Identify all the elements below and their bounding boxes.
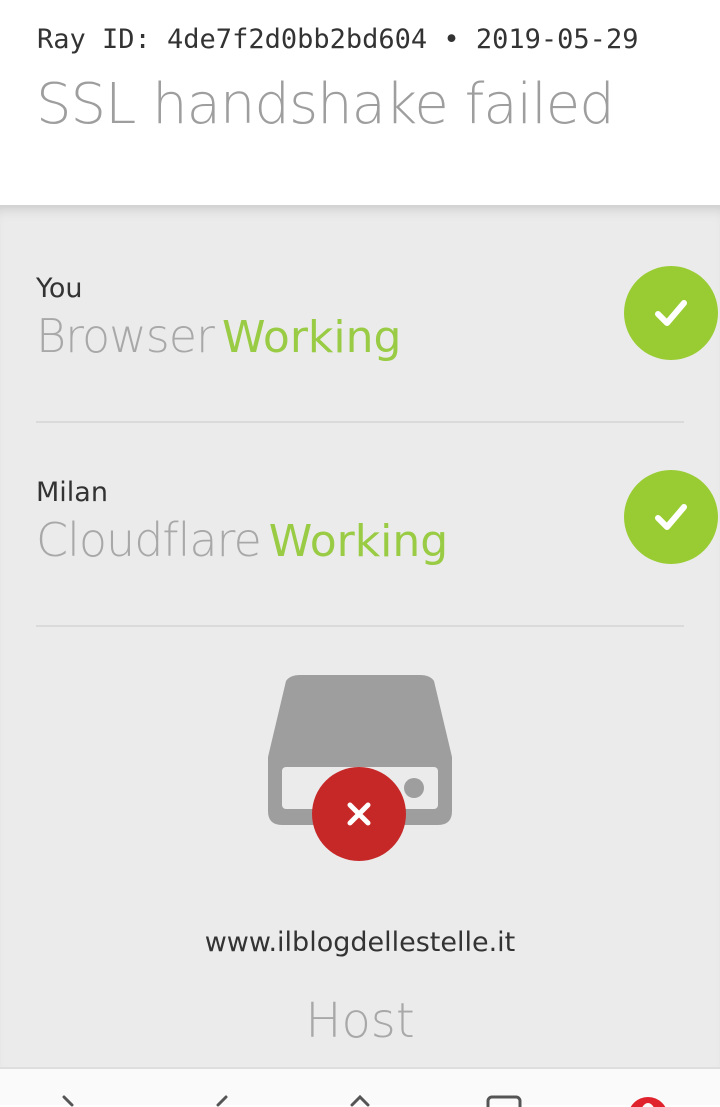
node-status: Working xyxy=(221,312,402,363)
node-location: You xyxy=(36,273,83,304)
back-icon[interactable] xyxy=(58,1093,86,1107)
node-cloudflare: Milan Cloudflare Working xyxy=(36,477,684,587)
ray-id-line: Ray ID: 4de7f2d0bb2bd604 • 2019-05-29 xyxy=(37,24,639,55)
status-panel: You Browser Working Milan Cloudflare Worki… xyxy=(0,205,720,1067)
node-name-line: Browser Working xyxy=(36,309,401,363)
tabs-icon[interactable] xyxy=(486,1095,522,1107)
browser-navbar xyxy=(0,1067,720,1107)
node-browser: You Browser Working xyxy=(36,273,684,383)
node-name-line: Cloudflare Working xyxy=(36,513,448,567)
node-location: Milan xyxy=(36,477,108,508)
host-url: www.ilblogdellestelle.it xyxy=(204,927,516,958)
node-name: Cloudflare xyxy=(36,513,262,567)
node-name: Browser xyxy=(36,309,215,363)
page-title: SSL handshake failed xyxy=(36,72,615,137)
check-icon xyxy=(624,266,718,360)
opera-menu-icon[interactable] xyxy=(626,1095,670,1107)
forward-icon[interactable] xyxy=(204,1093,232,1107)
host-label: Host xyxy=(305,993,415,1049)
check-icon xyxy=(624,470,718,564)
divider xyxy=(36,625,684,627)
home-icon[interactable] xyxy=(346,1093,374,1107)
error-header: Ray ID: 4de7f2d0bb2bd604 • 2019-05-29 SS… xyxy=(0,0,720,205)
node-status: Working xyxy=(268,516,449,567)
server-icon xyxy=(262,675,458,871)
divider xyxy=(36,421,684,423)
error-x-icon xyxy=(312,767,406,861)
